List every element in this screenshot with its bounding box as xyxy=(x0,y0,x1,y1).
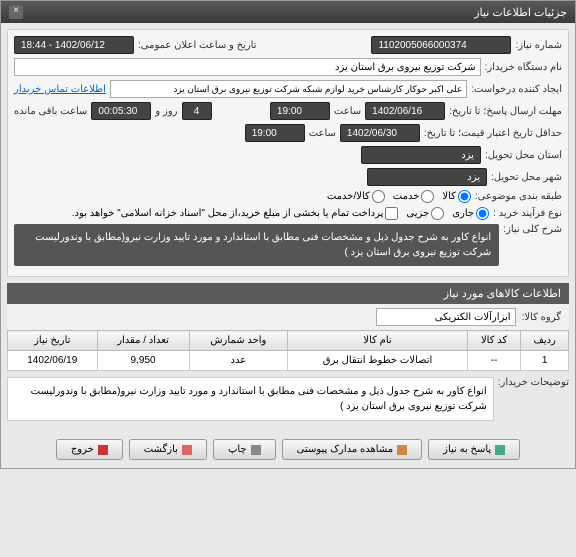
need-no-label: شماره نیاز: xyxy=(515,40,562,51)
org-label: نام دستگاه خریدار: xyxy=(485,62,562,73)
city-field: یزد xyxy=(367,168,487,186)
org-field: شرکت توزیع نیروی برق استان یزد xyxy=(14,58,481,76)
process-label: نوع فرآیند خرید : xyxy=(493,208,562,219)
col-qty: تعداد / مقدار xyxy=(97,331,189,351)
col-name: نام کالا xyxy=(288,331,468,351)
col-unit: واحد شمارش xyxy=(189,331,288,351)
need-no-field: 1102005066000374 xyxy=(371,36,511,54)
form-panel: شماره نیاز: 1102005066000374 تاریخ و ساع… xyxy=(7,29,569,277)
day-and-label: روز و xyxy=(155,106,177,117)
days-field: 4 xyxy=(182,102,212,120)
group-label: گروه کالا: xyxy=(522,312,561,323)
cell-unit: عدد xyxy=(189,351,288,371)
window-title: جزئیات اطلاعات نیاز xyxy=(474,6,567,19)
main-window: جزئیات اطلاعات نیاز × شماره نیاز: 110200… xyxy=(0,0,576,469)
note-label: توضیحات خریدار: xyxy=(498,377,569,388)
city-label: شهر محل تحویل: xyxy=(491,172,562,183)
ann-datetime-label: تاریخ و ساعت اعلان عمومی: xyxy=(138,40,257,51)
note-field: انواع کاور به شرح جدول ذیل و مشخصات فنی … xyxy=(7,377,494,421)
process-group: جاری جزیی پرداخت تمام یا بخشی از مبلغ خر… xyxy=(72,207,489,220)
province-field: یزد xyxy=(361,146,481,164)
back-button[interactable]: بازگشت xyxy=(129,439,207,460)
valid-date-field: 1402/06/30 xyxy=(340,124,420,142)
back-icon xyxy=(182,445,192,455)
cell-code: -- xyxy=(467,351,521,371)
table-header-row: ردیف کد کالا نام کالا واحد شمارش تعداد /… xyxy=(8,331,569,351)
province-label: استان محل تحویل: xyxy=(485,150,562,161)
creator-field: علی اکبر حوکار کارشناس خرید لوازم شبکه ش… xyxy=(110,80,467,98)
exit-button[interactable]: خروج xyxy=(56,439,123,460)
items-section-title: اطلاعات کالاهای مورد نیاز xyxy=(7,283,569,304)
category-label: طبقه بندی موضوعی: xyxy=(475,191,562,202)
table-row[interactable]: 1 -- اتصالات خطوط انتقال برق عدد 9,950 1… xyxy=(8,351,569,371)
group-row: گروه کالا: ابزارآلات الکتریکی xyxy=(7,304,569,330)
cell-qty: 9,950 xyxy=(97,351,189,371)
reply-button[interactable]: پاسخ به نیاز xyxy=(428,439,520,460)
attachments-button[interactable]: مشاهده مدارک پیوستی xyxy=(282,439,423,460)
remain-label: ساعت باقی مانده xyxy=(14,106,87,117)
col-code: کد کالا xyxy=(467,331,521,351)
col-row: ردیف xyxy=(521,331,569,351)
valid-label: حداقل تاریخ اعتبار قیمت؛ تا تاریخ: xyxy=(424,128,562,139)
creator-label: ایجاد کننده درخواست: xyxy=(471,84,562,95)
contact-link[interactable]: اطلاعات تماس خریدار xyxy=(14,84,106,95)
cat-goods-radio[interactable]: کالا xyxy=(442,190,471,203)
proc-current-radio[interactable]: جاری xyxy=(452,207,489,220)
time-label-2: ساعت xyxy=(309,128,336,139)
reply-time-field: 19:00 xyxy=(270,102,330,120)
reply-icon xyxy=(495,445,505,455)
proc-partial-radio[interactable]: جزیی xyxy=(406,207,444,220)
print-icon xyxy=(251,445,261,455)
cat-service-radio[interactable]: خدمت xyxy=(393,190,435,203)
ann-datetime-field: 1402/06/12 - 18:44 xyxy=(14,36,134,54)
category-group: کالا خدمت کالا/خدمت xyxy=(327,190,471,203)
col-date: تاریخ نیاز xyxy=(8,331,98,351)
cell-date: 1402/06/19 xyxy=(8,351,98,371)
attachment-icon xyxy=(397,445,407,455)
cat-goods-service-radio[interactable]: کالا/خدمت xyxy=(327,190,385,203)
close-icon[interactable]: × xyxy=(9,5,23,19)
valid-time-field: 19:00 xyxy=(245,124,305,142)
cell-row: 1 xyxy=(521,351,569,371)
title-bar: جزئیات اطلاعات نیاز × xyxy=(1,1,575,23)
exit-icon xyxy=(98,445,108,455)
content-area: شماره نیاز: 1102005066000374 تاریخ و ساع… xyxy=(1,23,575,431)
desc-label: شرح کلی نیاز: xyxy=(503,224,562,235)
button-bar: پاسخ به نیاز مشاهده مدارک پیوستی چاپ باز… xyxy=(1,431,575,468)
group-field: ابزارآلات الکتریکی xyxy=(376,308,516,326)
items-table: ردیف کد کالا نام کالا واحد شمارش تعداد /… xyxy=(7,330,569,371)
remain-time-field: 00:05:30 xyxy=(91,102,151,120)
desc-field: انواع کاور به شرح جدول ذیل و مشخصات فنی … xyxy=(14,224,499,266)
time-label-1: ساعت xyxy=(334,106,361,117)
reply-date-field: 1402/06/16 xyxy=(365,102,445,120)
proc-note-check[interactable]: پرداخت تمام یا بخشی از مبلغ خرید،از محل … xyxy=(72,207,399,220)
reply-deadline-label: مهلت ارسال پاسخ؛ تا تاریخ: xyxy=(449,106,562,117)
cell-name: اتصالات خطوط انتقال برق xyxy=(288,351,468,371)
print-button[interactable]: چاپ xyxy=(213,439,276,460)
